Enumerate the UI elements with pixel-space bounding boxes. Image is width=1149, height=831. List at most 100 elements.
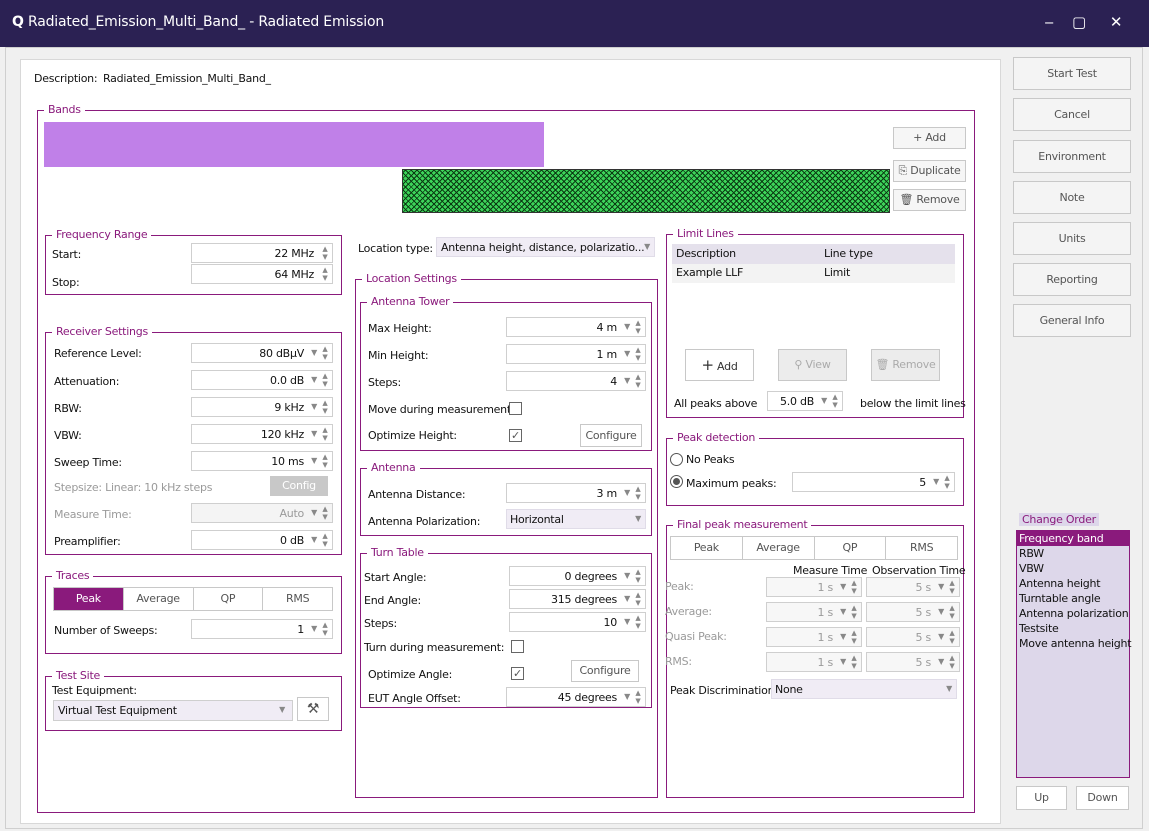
max-peaks-radio[interactable]: [670, 475, 683, 488]
list-item[interactable]: Move antenna height: [1017, 636, 1132, 651]
list-item[interactable]: Testsite: [1017, 621, 1129, 636]
spin-icon[interactable]: ▲ ▼: [947, 604, 957, 620]
spin-icon[interactable]: ▲ ▼: [320, 621, 330, 637]
list-item[interactable]: Frequency band: [1017, 531, 1129, 546]
note-button[interactable]: Note: [1013, 181, 1131, 214]
test-equipment-select[interactable]: Virtual Test Equipment ▼: [53, 700, 293, 721]
dropdown-icon[interactable]: ▼: [624, 692, 630, 701]
general-info-button[interactable]: General Info: [1013, 304, 1131, 337]
dropdown-icon[interactable]: ▼: [624, 617, 630, 626]
preamplifier-input[interactable]: 0 dB ▼ ▲ ▼: [191, 530, 333, 550]
band-duplicate-button[interactable]: ⎘ Duplicate: [893, 160, 966, 182]
final-tab-average[interactable]: Average: [742, 537, 815, 559]
optimize-height-checkbox[interactable]: ✓: [509, 429, 522, 442]
final-tab-rms[interactable]: RMS: [886, 537, 957, 559]
antenna-distance-input[interactable]: 3 m ▼ ▲ ▼: [506, 483, 646, 503]
spin-icon[interactable]: ▲ ▼: [320, 532, 330, 548]
peak-discrimination-select[interactable]: None ▼: [771, 679, 957, 699]
trace-tab-rms[interactable]: RMS: [263, 588, 332, 610]
location-type-select[interactable]: Antenna height, distance, polarizatio...…: [436, 237, 655, 257]
spin-icon[interactable]: ▲ ▼: [320, 245, 330, 261]
dropdown-icon[interactable]: ▼: [946, 684, 952, 693]
band-1[interactable]: [44, 122, 544, 167]
dropdown-icon[interactable]: ▼: [938, 582, 944, 591]
list-item[interactable]: Turntable angle: [1017, 591, 1129, 606]
limit-add-button[interactable]: + Add: [685, 349, 754, 381]
spin-icon[interactable]: ▲ ▼: [849, 604, 859, 620]
reference-level-input[interactable]: 80 dBµV ▼ ▲ ▼: [191, 343, 333, 363]
vbw-input[interactable]: 120 kHz ▼ ▲ ▼: [191, 424, 333, 444]
band-2-selected[interactable]: [402, 169, 890, 213]
config-button[interactable]: Config: [270, 476, 328, 496]
final-tab-peak[interactable]: Peak: [671, 537, 743, 559]
turntable-configure-button[interactable]: Configure: [571, 660, 639, 682]
dropdown-icon[interactable]: ▼: [311, 624, 317, 633]
dropdown-icon[interactable]: ▼: [624, 322, 630, 331]
peak-observation-input[interactable]: 5 s ▼ ▲ ▼: [866, 577, 960, 597]
average-observation-input[interactable]: 5 s ▼ ▲ ▼: [866, 602, 960, 622]
optimize-angle-checkbox[interactable]: ✓: [511, 667, 524, 680]
dropdown-icon[interactable]: ▼: [938, 632, 944, 641]
spin-icon[interactable]: ▲ ▼: [633, 346, 643, 362]
list-item[interactable]: Antenna polarization: [1017, 606, 1129, 621]
min-height-input[interactable]: 1 m ▼ ▲ ▼: [506, 344, 646, 364]
spin-icon[interactable]: ▲ ▼: [320, 505, 330, 521]
move-down-button[interactable]: Down: [1076, 786, 1129, 810]
units-button[interactable]: Units: [1013, 222, 1131, 255]
end-angle-input[interactable]: 315 degrees ▼ ▲ ▼: [509, 589, 646, 609]
cancel-button[interactable]: Cancel: [1013, 98, 1131, 131]
dropdown-icon[interactable]: ▼: [311, 535, 317, 544]
tools-icon[interactable]: ⚒: [297, 697, 329, 721]
spin-icon[interactable]: ▲ ▼: [633, 591, 643, 607]
spin-icon[interactable]: ▲ ▼: [320, 266, 330, 282]
dropdown-icon[interactable]: ▼: [311, 456, 317, 465]
spin-icon[interactable]: ▲ ▼: [830, 393, 840, 409]
close-button[interactable]: ✕: [1102, 10, 1130, 34]
spin-icon[interactable]: ▲ ▼: [320, 372, 330, 388]
trace-tab-qp[interactable]: QP: [193, 588, 264, 610]
band-remove-button[interactable]: 🗑 Remove: [893, 189, 966, 211]
rms-measure-input[interactable]: 1 s ▼ ▲ ▼: [766, 652, 862, 672]
start-test-button[interactable]: Start Test: [1013, 57, 1131, 90]
rbw-input[interactable]: 9 kHz ▼ ▲ ▼: [191, 397, 333, 417]
move-up-button[interactable]: Up: [1016, 786, 1067, 810]
limit-remove-button[interactable]: 🗑 Remove: [871, 349, 940, 381]
spin-icon[interactable]: ▲ ▼: [320, 345, 330, 361]
peak-measure-input[interactable]: 1 s ▼ ▲ ▼: [766, 577, 862, 597]
list-item[interactable]: Antenna height: [1017, 576, 1129, 591]
spin-icon[interactable]: ▲ ▼: [633, 373, 643, 389]
dropdown-icon[interactable]: ▼: [938, 607, 944, 616]
dropdown-icon[interactable]: ▼: [840, 632, 846, 641]
spin-icon[interactable]: ▲ ▼: [942, 474, 952, 490]
dropdown-icon[interactable]: ▼: [311, 375, 317, 384]
tower-configure-button[interactable]: Configure: [580, 424, 642, 447]
limit-view-button[interactable]: ⚲ View: [778, 349, 847, 381]
dropdown-icon[interactable]: ▼: [624, 376, 630, 385]
spin-icon[interactable]: ▲ ▼: [947, 654, 957, 670]
spin-icon[interactable]: ▲ ▼: [633, 485, 643, 501]
dropdown-icon[interactable]: ▼: [624, 488, 630, 497]
dropdown-icon[interactable]: ▼: [311, 402, 317, 411]
sweeps-input[interactable]: 1 ▼ ▲ ▼: [191, 619, 333, 639]
dropdown-icon[interactable]: ▼: [635, 514, 641, 523]
spin-icon[interactable]: ▲ ▼: [947, 579, 957, 595]
reporting-button[interactable]: Reporting: [1013, 263, 1131, 296]
sweep-time-input[interactable]: 10 ms ▼ ▲ ▼: [191, 451, 333, 471]
move-during-checkbox[interactable]: [509, 402, 522, 415]
antenna-polarization-select[interactable]: Horizontal ▼: [506, 509, 646, 529]
maximize-button[interactable]: ▢: [1065, 10, 1093, 34]
dropdown-icon[interactable]: ▼: [624, 571, 630, 580]
dropdown-icon[interactable]: ▼: [311, 348, 317, 357]
dropdown-icon[interactable]: ▼: [840, 657, 846, 666]
dropdown-icon[interactable]: ▼: [933, 477, 939, 486]
spin-icon[interactable]: ▲ ▼: [849, 629, 859, 645]
average-measure-input[interactable]: 1 s ▼ ▲ ▼: [766, 602, 862, 622]
qp-observation-input[interactable]: 5 s ▼ ▲ ▼: [866, 627, 960, 647]
eut-offset-input[interactable]: 45 degrees ▼ ▲ ▼: [506, 687, 646, 707]
turntable-steps-input[interactable]: 10 ▼ ▲ ▼: [509, 612, 646, 632]
trace-tab-peak[interactable]: Peak: [54, 588, 124, 610]
band-add-button[interactable]: + Add: [893, 127, 966, 149]
dropdown-icon[interactable]: ▼: [938, 657, 944, 666]
measure-time-input[interactable]: Auto ▼ ▲ ▼: [191, 503, 333, 523]
rms-observation-input[interactable]: 5 s ▼ ▲ ▼: [866, 652, 960, 672]
